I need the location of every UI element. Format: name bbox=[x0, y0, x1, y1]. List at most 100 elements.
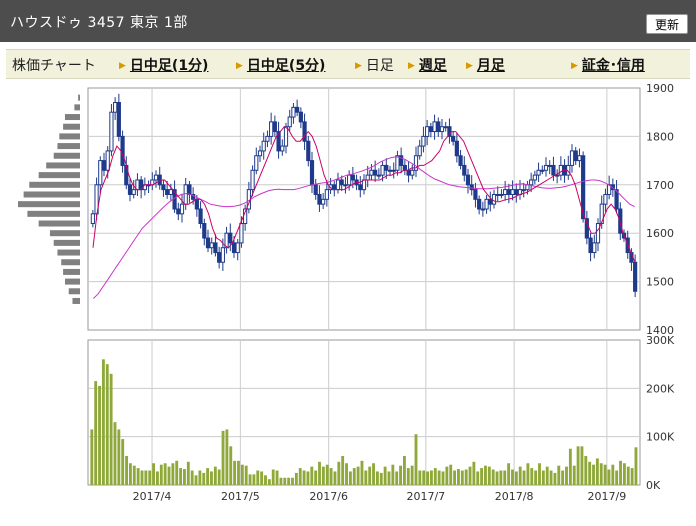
volume-bar bbox=[511, 469, 514, 485]
volume-profile-bar bbox=[46, 162, 80, 169]
volume-bar bbox=[360, 460, 364, 485]
volume-bar bbox=[553, 472, 557, 485]
volume-panel: 300K 200K 100K 0K 2017/4 2017/5 2017/6 2017/7 20… bbox=[87, 334, 675, 503]
candle-body bbox=[198, 208, 203, 225]
x-tick-label: 2017/5 bbox=[221, 490, 260, 503]
x-tick-label: 2017/4 bbox=[133, 490, 172, 503]
candle-body bbox=[250, 169, 255, 191]
volume-bar bbox=[217, 469, 221, 485]
volume-bar bbox=[538, 463, 541, 485]
volume-bar bbox=[94, 381, 98, 485]
volume-bar bbox=[352, 468, 356, 485]
volume-bar bbox=[603, 464, 607, 485]
candle-body bbox=[283, 126, 289, 147]
volume-y-tick-label: 0K bbox=[646, 479, 661, 492]
volume-bar bbox=[615, 470, 619, 485]
candle-body bbox=[425, 126, 430, 137]
candle-body bbox=[473, 189, 478, 200]
volume-bar bbox=[109, 373, 113, 485]
candle-body bbox=[217, 252, 222, 263]
volume-bar bbox=[526, 463, 530, 485]
volume-bar bbox=[298, 468, 302, 485]
volume-profile-bar bbox=[29, 181, 80, 188]
volume-bar bbox=[430, 470, 433, 485]
volume-profile-bar bbox=[64, 278, 80, 285]
volume-bar bbox=[580, 446, 584, 485]
candle-body bbox=[202, 223, 207, 239]
volume-bar bbox=[113, 422, 117, 485]
volume-bar bbox=[175, 460, 179, 485]
volume-bar bbox=[171, 463, 175, 485]
volume-profile-bar bbox=[38, 172, 80, 179]
candle-body bbox=[131, 189, 136, 195]
volume-bar bbox=[522, 470, 526, 485]
volume-bar bbox=[480, 468, 484, 485]
candle-body bbox=[484, 198, 489, 210]
volume-bar bbox=[607, 469, 611, 485]
volume-bar bbox=[549, 470, 553, 485]
candle-body bbox=[443, 126, 448, 129]
volume-bar bbox=[156, 471, 159, 485]
volume-bar bbox=[329, 468, 333, 485]
candle-body bbox=[569, 150, 575, 166]
candle-body bbox=[272, 121, 277, 133]
volume-bar bbox=[460, 470, 464, 485]
candle-body bbox=[369, 169, 374, 176]
candle-body bbox=[477, 198, 482, 210]
volume-bar bbox=[271, 469, 275, 485]
candle-body bbox=[402, 164, 407, 171]
volume-profile bbox=[18, 94, 80, 304]
volume-bar bbox=[244, 465, 248, 485]
volume-bar bbox=[588, 461, 592, 485]
candle-body bbox=[454, 140, 459, 157]
candle-body bbox=[350, 174, 355, 181]
volume-bar bbox=[128, 463, 132, 485]
candle-body bbox=[324, 189, 329, 200]
volume-bar bbox=[291, 477, 294, 485]
candle-body bbox=[332, 184, 337, 191]
volume-bar bbox=[468, 466, 472, 485]
volume-bar bbox=[626, 466, 630, 485]
candle-body bbox=[406, 169, 411, 176]
candle-body bbox=[417, 145, 422, 157]
candle-body bbox=[261, 140, 266, 152]
volume-bar bbox=[568, 448, 572, 485]
volume-bar bbox=[275, 470, 279, 485]
volume-bar bbox=[283, 477, 287, 485]
volume-bar bbox=[410, 465, 414, 485]
volume-bar bbox=[240, 464, 244, 485]
candle-body bbox=[309, 160, 315, 186]
volume-bar bbox=[530, 468, 534, 485]
volume-bar bbox=[557, 465, 561, 485]
candle-body bbox=[109, 111, 114, 152]
candle-body bbox=[480, 208, 485, 211]
volume-bar bbox=[595, 458, 599, 485]
volume-bar bbox=[514, 471, 518, 485]
volume-profile-bar bbox=[49, 230, 80, 237]
candle-body bbox=[514, 189, 519, 195]
volume-bar bbox=[294, 472, 298, 485]
volume-bar bbox=[194, 475, 198, 485]
candle-body bbox=[313, 184, 318, 195]
volume-bar bbox=[372, 463, 375, 485]
candle-body bbox=[499, 193, 504, 196]
candle-body bbox=[633, 261, 638, 292]
volume-bar bbox=[503, 470, 507, 485]
volume-profile-bar bbox=[27, 210, 80, 217]
candle-body bbox=[90, 213, 95, 225]
volume-bar bbox=[221, 430, 225, 485]
volume-profile-bar bbox=[64, 114, 80, 121]
stock-chart: 190018001700160015001400 300K200K100K0K2… bbox=[18, 82, 675, 503]
volume-bar bbox=[321, 466, 325, 485]
candle-body bbox=[165, 189, 170, 195]
volume-bar bbox=[333, 471, 337, 485]
candle-body bbox=[573, 150, 578, 162]
volume-bar bbox=[125, 456, 128, 485]
volume-bar bbox=[433, 468, 437, 485]
candle-body bbox=[428, 126, 433, 133]
volume-bar bbox=[260, 471, 264, 485]
candle-body bbox=[618, 208, 623, 234]
volume-bar bbox=[611, 464, 615, 485]
candle-body bbox=[335, 179, 341, 191]
candle-body bbox=[469, 184, 474, 191]
